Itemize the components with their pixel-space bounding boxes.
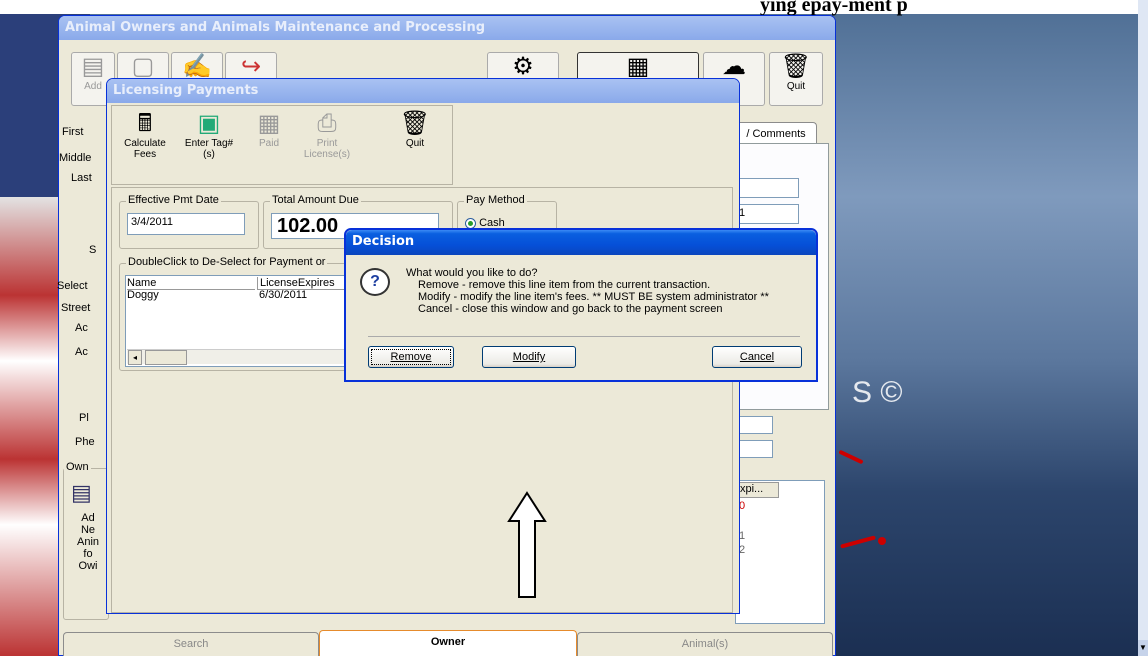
animals-grid[interactable] xyxy=(735,480,825,624)
animal-icon: ↪ xyxy=(240,53,262,80)
red-dot xyxy=(878,537,886,545)
calculate-fees-button[interactable]: 🖩 Calculate Fees xyxy=(115,109,175,163)
machine-icon: ⚙ xyxy=(512,53,534,80)
cloud-icon: ☁ xyxy=(722,53,746,80)
label-street: Street xyxy=(61,302,91,314)
label-ac: Ac xyxy=(75,346,88,358)
decision-line-modify: Modify - modify the line item's fees. **… xyxy=(418,291,769,303)
blank-icon: ▢ xyxy=(131,53,155,80)
calculator-icon: 🖩 xyxy=(137,110,153,137)
divider xyxy=(368,336,800,337)
enter-tags-button[interactable]: ▣ Enter Tag#(s) xyxy=(179,109,239,163)
licensing-quit-button[interactable]: 🗑 Quit xyxy=(393,109,437,163)
question-icon: ? xyxy=(360,268,390,296)
trash-icon: 🗑 xyxy=(780,53,812,80)
decision-dialog-title: Decision xyxy=(346,230,816,255)
certificate-icon: ▣ xyxy=(197,110,221,137)
label-middle: Middle xyxy=(59,152,92,164)
decision-dialog: Decision ? What would you like to do? Re… xyxy=(344,228,818,382)
register-icon: ▦ xyxy=(257,110,281,137)
list-item-expires[interactable]: 6/30/2011 xyxy=(259,289,307,301)
label-phe: Phe xyxy=(75,436,95,448)
pay-method-label: Pay Method xyxy=(464,194,527,206)
remove-button[interactable]: Remove xyxy=(368,346,454,368)
decision-line-remove: Remove - remove this line item from the … xyxy=(418,279,711,291)
decision-line-cancel: Cancel - close this window and go back t… xyxy=(418,303,723,315)
quit-button[interactable]: 🗑 Quit xyxy=(769,52,823,106)
print-licenses-button[interactable]: ⎙ Print License(s) xyxy=(297,109,357,163)
right-field-number[interactable]: 1 xyxy=(735,204,799,224)
cancel-button[interactable]: Cancel xyxy=(712,346,802,368)
decision-question: What would you like to do? xyxy=(406,267,538,279)
tab-comments[interactable]: / Comments xyxy=(735,122,817,144)
label-s: S xyxy=(89,244,97,256)
label-select: Select xyxy=(57,280,88,292)
list-item-name[interactable]: Doggy xyxy=(127,289,159,301)
label-first: First xyxy=(62,126,84,138)
register-icon: ▦ xyxy=(626,53,650,80)
phone-field[interactable] xyxy=(735,440,773,458)
owners-window-title: Animal Owners and Animals Maintenance an… xyxy=(59,16,835,40)
label-last: Last xyxy=(71,172,92,184)
label-pl: Pl xyxy=(79,412,89,424)
red-streak xyxy=(840,535,876,549)
trash-icon: 🗑 xyxy=(399,110,431,137)
effective-date-input[interactable]: 3/4/2011 xyxy=(127,213,245,235)
up-arrow-annotation xyxy=(507,491,547,598)
licensing-window-title: Licensing Payments xyxy=(107,79,739,103)
tab-animals[interactable]: Animal(s) xyxy=(577,632,833,656)
radio-selected-icon xyxy=(465,217,476,229)
add-icon: ▤ xyxy=(81,53,105,80)
right-field[interactable] xyxy=(735,178,799,198)
total-amount-label: Total Amount Due xyxy=(270,194,361,206)
signature-icon: ✍ xyxy=(182,53,212,80)
label-ac: Ac xyxy=(75,322,88,334)
effective-date-label: Effective Pmt Date xyxy=(126,194,221,206)
background-copyright: S © xyxy=(852,376,903,409)
tab-search[interactable]: Search xyxy=(63,632,319,656)
tab-owner[interactable]: Owner xyxy=(319,630,577,656)
horizontal-scrollbar[interactable]: ◂ xyxy=(127,349,351,365)
add-animal-label: Ad Ne Anin fo Owi xyxy=(76,512,100,572)
printer-icon: ⎙ xyxy=(317,110,337,137)
add-animal-icon[interactable]: ▤ xyxy=(71,480,92,506)
paid-button[interactable]: ▦ Paid xyxy=(243,109,295,163)
scroll-down-icon[interactable]: ▼ xyxy=(1138,640,1148,656)
payment-list-label: DoubleClick to De-Select for Payment or xyxy=(126,256,328,268)
grid-column-header[interactable]: xpi... xyxy=(737,482,779,498)
phone-field[interactable] xyxy=(735,416,773,434)
red-streak xyxy=(838,449,864,465)
scroll-thumb[interactable] xyxy=(145,350,187,365)
scroll-left-icon[interactable]: ◂ xyxy=(128,350,142,365)
top-band xyxy=(0,0,1148,14)
desktop-scrollbar[interactable] xyxy=(1138,0,1148,656)
owner-group-label: Own xyxy=(64,461,91,473)
modify-button[interactable]: Modify xyxy=(482,346,576,368)
